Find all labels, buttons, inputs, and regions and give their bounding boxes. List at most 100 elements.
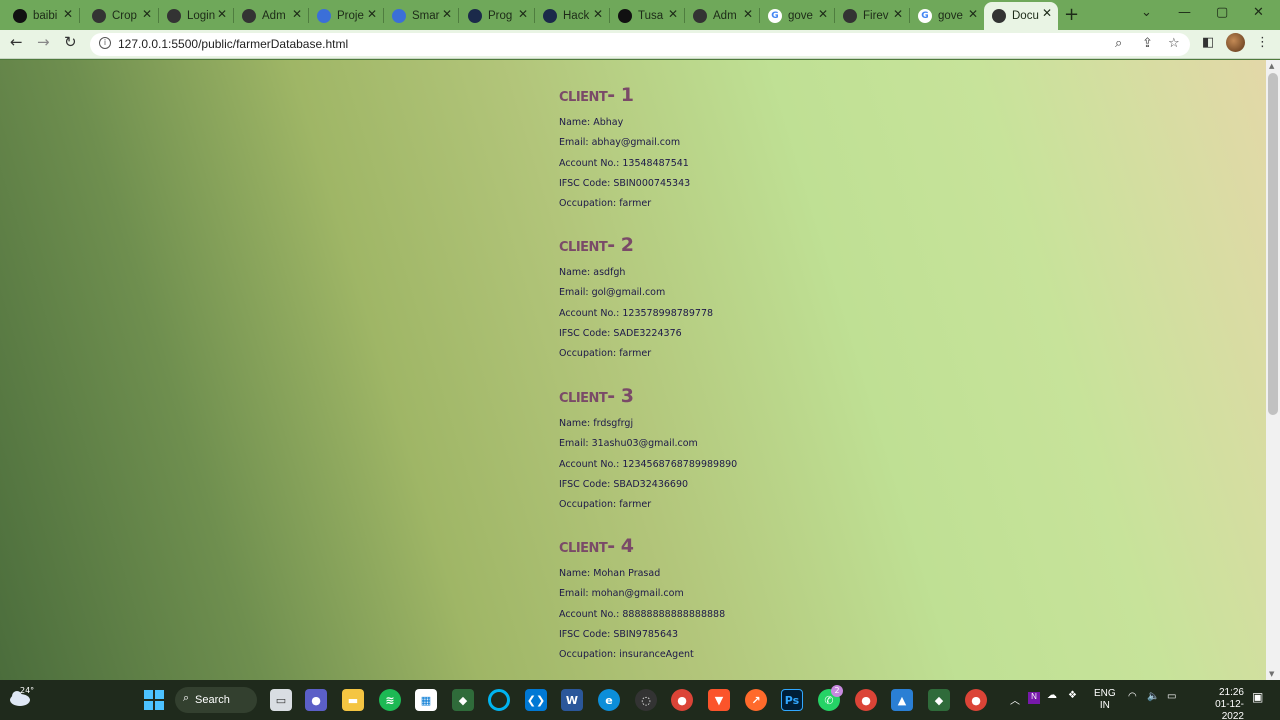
close-tab-icon[interactable]: ✕ — [63, 7, 73, 21]
browser-tab[interactable]: Prog ✕ — [460, 3, 535, 28]
teams-chat-icon[interactable]: ● — [305, 689, 327, 711]
close-tab-icon[interactable]: ✕ — [818, 7, 828, 21]
browser-tab[interactable]: Ggove ✕ — [760, 3, 835, 28]
weather-temp: 24° — [20, 686, 35, 695]
client-email: Email: mohan@gmail.com — [559, 588, 684, 600]
chrome-icon[interactable]: ● — [671, 689, 693, 711]
tab-title: Crop — [112, 9, 137, 22]
task-view-icon[interactable]: ▭ — [270, 689, 292, 711]
spotify-icon[interactable]: ≋ — [379, 689, 401, 711]
client-heading: Client- 1 — [559, 84, 634, 106]
scroll-down-icon[interactable]: ▼ — [1269, 670, 1274, 678]
close-tab-icon[interactable]: ✕ — [743, 7, 753, 21]
close-window-button[interactable]: ✕ — [1253, 5, 1264, 20]
client-account: Account No.: 123578998789778 — [559, 307, 714, 319]
reload-button[interactable]: ↻ — [64, 33, 77, 51]
close-tab-icon[interactable]: ✕ — [142, 7, 152, 21]
browser-tab[interactable]: Tusa ✕ — [610, 3, 685, 28]
client-occupation: Occupation: farmer — [559, 348, 652, 360]
browser-tab[interactable]: Adm ✕ — [685, 3, 760, 28]
back-button[interactable]: ← — [10, 33, 23, 51]
file-explorer-icon[interactable]: ▬ — [342, 689, 364, 711]
browser-tab[interactable]: Docu ✕ — [984, 2, 1058, 30]
globe-icon — [92, 8, 106, 23]
app-diamond-2-icon[interactable]: ◆ — [928, 689, 950, 711]
search-icon: ⌕ — [183, 692, 190, 704]
browser-tab[interactable]: Proje ✕ — [309, 3, 384, 28]
share-icon[interactable]: ⇪ — [1142, 36, 1153, 51]
side-panel-icon[interactable]: ◧ — [1202, 35, 1214, 50]
tab-separator — [458, 8, 459, 23]
client-card: Client- 2 Name: asdfgh Email: gol@gmail.co… — [559, 234, 713, 367]
dropbox-icon[interactable]: ❖ — [1068, 690, 1077, 701]
browser-tab[interactable]: Ggove ✕ — [910, 3, 985, 28]
vertical-scrollbar[interactable]: ▲ ▼ — [1266, 60, 1280, 680]
weather-widget[interactable]: 24° — [8, 686, 35, 706]
client-ifsc: IFSC Code: SBIN000745343 — [559, 177, 691, 189]
vscode-icon[interactable]: ❮❯ — [525, 689, 547, 711]
unity-icon[interactable]: ◌ — [635, 689, 657, 711]
client-occupation: Occupation: farmer — [559, 499, 652, 511]
tab-search-icon[interactable]: ⌄ — [1141, 5, 1152, 20]
globe-icon — [167, 8, 181, 23]
clock[interactable]: 21:26 01-12-2022 — [1196, 687, 1244, 720]
notification-icon[interactable]: ▣ — [1252, 690, 1263, 704]
app-diamond-icon[interactable]: ◆ — [452, 689, 474, 711]
browser-tab[interactable]: Adm ✕ — [234, 3, 309, 28]
menu-kebab-icon[interactable]: ⋮ — [1256, 35, 1269, 50]
browser-tab[interactable]: Smar ✕ — [384, 3, 459, 28]
browser-tab[interactable]: Crop ✕ — [84, 3, 159, 28]
edge-icon[interactable]: e — [598, 689, 620, 711]
close-tab-icon[interactable]: ✕ — [292, 7, 302, 21]
minimize-button[interactable]: — — [1178, 5, 1191, 20]
onedrive-icon[interactable]: ☁ — [1047, 690, 1057, 701]
close-tab-icon[interactable]: ✕ — [217, 7, 227, 21]
client-occupation: Occupation: insuranceAgent — [559, 649, 694, 661]
hackerrank-icon — [543, 8, 557, 23]
site-info-icon[interactable]: i — [99, 37, 111, 49]
maximize-button[interactable]: ▢ — [1216, 5, 1228, 20]
store-icon[interactable]: ▦ — [415, 689, 437, 711]
new-tab-button[interactable]: + — [1064, 4, 1079, 25]
start-button[interactable] — [143, 689, 165, 711]
close-tab-icon[interactable]: ✕ — [367, 7, 377, 21]
url-text[interactable]: 127.0.0.1:5500/public/farmerDatabase.htm… — [118, 37, 348, 51]
close-tab-icon[interactable]: ✕ — [593, 7, 603, 21]
close-tab-icon[interactable]: ✕ — [442, 7, 452, 21]
address-bar[interactable]: i 127.0.0.1:5500/public/farmerDatabase.h… — [90, 33, 1190, 56]
taskbar-search[interactable]: ⌕ Search — [175, 687, 257, 713]
volume-icon[interactable]: 🔈 — [1147, 691, 1159, 702]
client-account: Account No.: 88888888888888888 — [559, 608, 726, 620]
client-card: Client- 4 Name: Mohan Prasad Email: mohan@… — [559, 535, 725, 668]
wifi-icon[interactable]: ◠ — [1128, 691, 1137, 702]
tab-separator — [79, 8, 80, 23]
browser-tab[interactable]: Hack ✕ — [535, 3, 610, 28]
browser-tab[interactable]: Firev ✕ — [835, 3, 910, 28]
browser-tab[interactable]: Login ✕ — [159, 3, 234, 28]
photos-icon[interactable]: ▲ — [891, 689, 913, 711]
bookmark-star-icon[interactable]: ☆ — [1168, 36, 1180, 51]
scroll-up-icon[interactable]: ▲ — [1269, 62, 1274, 70]
zoom-icon[interactable]: ⌕ — [1115, 36, 1122, 51]
battery-icon[interactable]: ▭ — [1167, 691, 1176, 702]
alexa-icon[interactable] — [488, 689, 510, 711]
windows-taskbar: 24° ⌕ Search ▭ ● ▬ ≋ ▦ ◆ ❮❯ W e ◌ ● ▼ ↗ … — [0, 680, 1280, 720]
scrollbar-thumb[interactable] — [1268, 73, 1278, 415]
close-tab-icon[interactable]: ✕ — [668, 7, 678, 21]
chrome-alt-icon[interactable]: ● — [965, 689, 987, 711]
close-tab-icon[interactable]: ✕ — [518, 7, 528, 21]
profile-avatar[interactable] — [1226, 33, 1245, 52]
brave-icon[interactable]: ▼ — [708, 689, 730, 711]
close-tab-icon[interactable]: ✕ — [968, 7, 978, 21]
close-tab-icon[interactable]: ✕ — [893, 7, 903, 21]
close-tab-icon[interactable]: ✕ — [1042, 6, 1052, 20]
photoshop-icon[interactable]: Ps — [781, 689, 803, 711]
browser-tab[interactable]: baibi ✕ — [5, 3, 80, 28]
chrome-profile-icon[interactable]: ● — [855, 689, 877, 711]
tray-chevron-icon[interactable]: ︿ — [1010, 692, 1020, 707]
forward-button[interactable]: → — [37, 33, 50, 51]
word-icon[interactable]: W — [561, 689, 583, 711]
onenote-icon[interactable]: N — [1028, 692, 1040, 704]
language-indicator[interactable]: ENG IN — [1094, 688, 1116, 712]
postman-icon[interactable]: ↗ — [745, 689, 767, 711]
